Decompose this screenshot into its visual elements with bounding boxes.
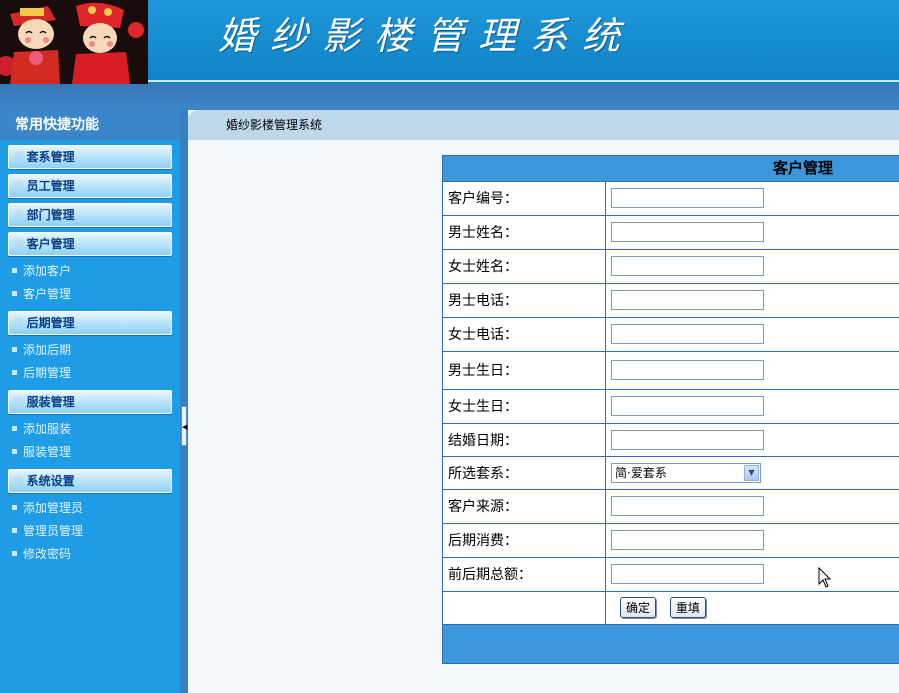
groom-phone-input[interactable] — [611, 290, 764, 310]
groom-name-input[interactable] — [611, 222, 764, 242]
bullet-icon — [12, 551, 17, 556]
sidebar-group-postproduction[interactable]: ☆ 后期管理 — [8, 311, 172, 335]
field-label: 结婚日期： — [443, 423, 606, 457]
bullet-icon — [12, 449, 17, 454]
field-label: 男士姓名： — [443, 215, 606, 250]
groom-birthday-input[interactable] — [611, 360, 764, 380]
nav-link-label: 添加服装 — [23, 422, 72, 436]
form-table: 客户编号： 男士姓名： 女士姓名： 男士电话： 女士电话： 男士生日： 女士生日… — [443, 182, 899, 625]
main-content: 婚纱影楼管理系统 客户管理 客户编号： 男士姓名： 女士姓名： 男士电话： 女士… — [188, 110, 899, 693]
sidebar-group-package[interactable]: ☆ 套系管理 — [8, 145, 172, 169]
sidebar-group-label: 套系管理 — [26, 150, 75, 164]
bullet-icon — [12, 370, 17, 375]
sidebar-group-settings[interactable]: ☆ 系统设置 — [8, 469, 172, 493]
sidebar: 常用快捷功能 ☆ 套系管理 ☆ 员工管理 ☆ 部门管理 ☆ 客户管理 添加客户 … — [0, 110, 180, 693]
mouse-cursor-icon — [818, 567, 832, 588]
customer-id-input[interactable] — [611, 188, 764, 209]
header-band — [0, 84, 899, 110]
bullet-icon — [12, 347, 17, 352]
field-label: 后期消费： — [443, 523, 606, 558]
header-rule — [148, 80, 899, 82]
sidebar-group-label: 服装管理 — [26, 395, 75, 409]
reset-button[interactable]: 重填 — [669, 597, 706, 618]
bride-phone-input[interactable] — [611, 324, 764, 344]
nav-link-label: 客户管理 — [23, 287, 72, 301]
nav-customer-management[interactable]: 客户管理 — [0, 282, 180, 305]
sidebar-splitter: ◀ — [180, 110, 188, 693]
sidebar-group-items: 添加管理员 管理员管理 修改密码 — [0, 493, 180, 566]
bullet-icon — [12, 528, 17, 533]
app-title: 婚纱影楼管理系统 — [218, 14, 635, 58]
nav-link-label: 添加管理员 — [23, 501, 84, 515]
sidebar-group-department[interactable]: ☆ 部门管理 — [8, 203, 172, 227]
app-header: 婚纱影楼管理系统 — [0, 0, 899, 84]
form-title: 客户管理 — [443, 156, 899, 182]
sidebar-title: 常用快捷功能 — [0, 110, 180, 140]
bullet-icon — [12, 291, 17, 296]
wedding-couple-logo — [0, 0, 148, 84]
nav-add-costume[interactable]: 添加服装 — [0, 417, 180, 440]
star-icon: ☆ — [13, 149, 25, 164]
field-label: 女士姓名： — [443, 249, 606, 284]
star-icon: ☆ — [13, 178, 25, 193]
bride-name-input[interactable] — [611, 256, 764, 276]
nav-add-postproduction[interactable]: 添加后期 — [0, 338, 180, 361]
sidebar-group-label: 后期管理 — [26, 316, 75, 330]
customer-source-input[interactable] — [611, 496, 764, 516]
sidebar-group-costume[interactable]: ☆ 服装管理 — [8, 390, 172, 414]
nav-link-label: 添加后期 — [23, 343, 72, 357]
star-icon: ☆ — [13, 394, 25, 409]
nav-link-label: 管理员管理 — [23, 524, 84, 538]
sidebar-group-label: 员工管理 — [26, 179, 75, 193]
collapse-arrow-icon[interactable]: ◀ — [181, 406, 187, 446]
nav-link-label: 修改密码 — [23, 547, 72, 561]
breadcrumb: 婚纱影楼管理系统 — [226, 118, 323, 132]
bullet-icon — [12, 268, 17, 273]
sidebar-group-customer[interactable]: ☆ 客户管理 — [8, 232, 172, 256]
nav-link-label: 添加客户 — [23, 264, 72, 278]
star-icon: ☆ — [13, 473, 25, 488]
form-footer — [443, 624, 899, 663]
sidebar-group-items: 添加客户 客户管理 — [0, 256, 180, 306]
field-label: 客户来源： — [443, 489, 606, 524]
sidebar-group-label: 客户管理 — [26, 237, 75, 251]
nav-add-customer[interactable]: 添加客户 — [0, 259, 180, 282]
sidebar-group-label: 系统设置 — [26, 474, 75, 488]
nav-postproduction-management[interactable]: 后期管理 — [0, 361, 180, 384]
nav-link-label: 后期管理 — [23, 366, 72, 380]
star-icon: ☆ — [13, 207, 25, 222]
star-icon: ☆ — [13, 236, 25, 251]
field-label: 女士电话： — [443, 317, 606, 352]
nav-add-admin[interactable]: 添加管理员 — [0, 496, 180, 519]
star-icon: ☆ — [13, 315, 25, 330]
confirm-button[interactable]: 确定 — [620, 597, 657, 618]
total-amount-input[interactable] — [611, 564, 764, 584]
field-label: 男士电话： — [443, 283, 606, 318]
bride-birthday-input[interactable] — [611, 396, 764, 416]
wedding-date-input[interactable] — [611, 429, 764, 450]
nav-admin-management[interactable]: 管理员管理 — [0, 519, 180, 542]
button-row-spacer — [443, 591, 606, 625]
sidebar-group-items: 添加后期 后期管理 — [0, 335, 180, 385]
nav-costume-management[interactable]: 服装管理 — [0, 440, 180, 463]
chevron-down-icon[interactable]: ▼ — [744, 464, 759, 481]
bullet-icon — [12, 505, 17, 510]
sidebar-group-items: 添加服装 服装管理 — [0, 414, 180, 464]
bullet-icon — [12, 426, 17, 431]
field-label: 所选套系： — [443, 456, 606, 490]
sidebar-group-staff[interactable]: ☆ 员工管理 — [8, 174, 172, 198]
breadcrumb-bar: 婚纱影楼管理系统 — [188, 110, 899, 140]
field-label: 前后期总额： — [443, 557, 606, 592]
nav-link-label: 服装管理 — [23, 445, 72, 459]
nav-change-password[interactable]: 修改密码 — [0, 542, 180, 565]
field-label: 女士生日： — [443, 389, 606, 424]
field-label: 男士生日： — [443, 351, 606, 390]
package-select[interactable]: 简·爱套系 ▼ — [611, 462, 761, 483]
package-select-value: 简·爱套系 — [615, 466, 667, 480]
sidebar-group-label: 部门管理 — [26, 208, 75, 222]
post-consumption-input[interactable] — [611, 530, 764, 550]
field-label: 客户编号： — [443, 182, 606, 216]
